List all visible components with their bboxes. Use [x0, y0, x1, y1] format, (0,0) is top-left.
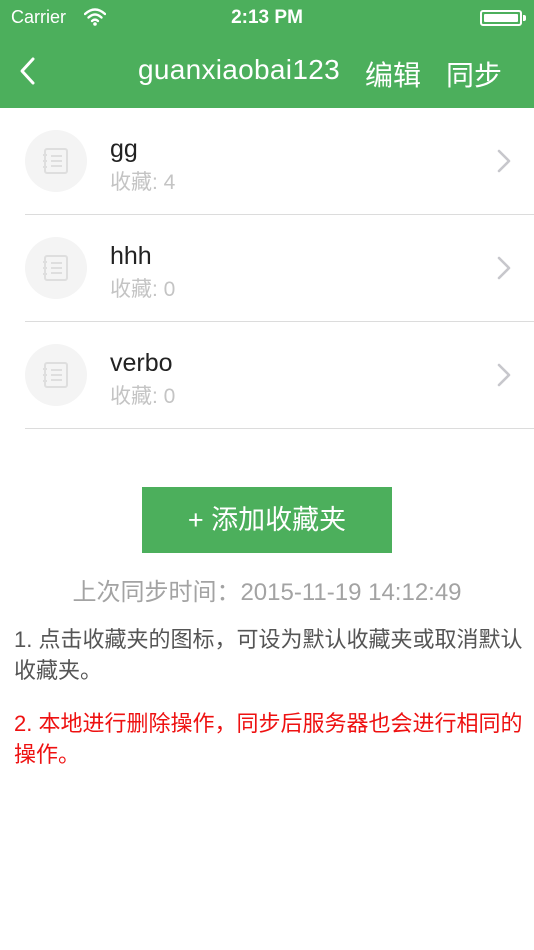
status-time: 2:13 PM	[231, 7, 303, 28]
battery-icon	[480, 10, 526, 26]
note-default-folder: 1. 点击收藏夹的图标，可设为默认收藏夹或取消默认收藏夹。	[14, 627, 523, 683]
add-folder-button[interactable]: + 添加收藏夹	[142, 487, 392, 553]
folder-icon[interactable]	[25, 237, 87, 299]
row-divider	[25, 428, 534, 429]
status-bar: Carrier 2:13 PM	[0, 0, 534, 36]
folder-name: hhh	[110, 242, 152, 270]
folder-list: gg 收藏: 4 hhh 收藏: 0 verbo 收藏: 0	[0, 108, 534, 429]
folder-name: verbo	[110, 349, 173, 377]
folder-count: 收藏: 4	[110, 171, 176, 194]
folder-count: 收藏: 0	[110, 385, 176, 408]
page-title: guanxiaobai123	[138, 54, 340, 85]
chevron-left-icon	[20, 57, 35, 85]
sync-button[interactable]: 同步	[446, 54, 502, 94]
chevron-right-icon	[496, 148, 512, 179]
chevron-right-icon	[496, 255, 512, 286]
folder-row[interactable]: hhh 收藏: 0	[0, 215, 534, 322]
navigation-bar: Carrier 2:13 PM guanxiaobai123 编辑 同步	[0, 0, 534, 108]
folder-icon[interactable]	[25, 344, 87, 406]
last-sync-time: 上次同步时间：2015-11-19 14:12:49	[72, 579, 462, 606]
chevron-right-icon	[496, 362, 512, 393]
folder-icon[interactable]	[25, 130, 87, 192]
folder-count: 收藏: 0	[110, 278, 176, 301]
back-button[interactable]	[14, 50, 44, 90]
folder-row[interactable]: gg 收藏: 4	[0, 108, 534, 215]
folder-name: gg	[110, 135, 138, 163]
edit-button[interactable]: 编辑	[365, 54, 421, 94]
note-delete-sync: 2. 本地进行删除操作，同步后服务器也会进行相同的操作。	[14, 711, 523, 767]
folder-row[interactable]: verbo 收藏: 0	[0, 322, 534, 429]
